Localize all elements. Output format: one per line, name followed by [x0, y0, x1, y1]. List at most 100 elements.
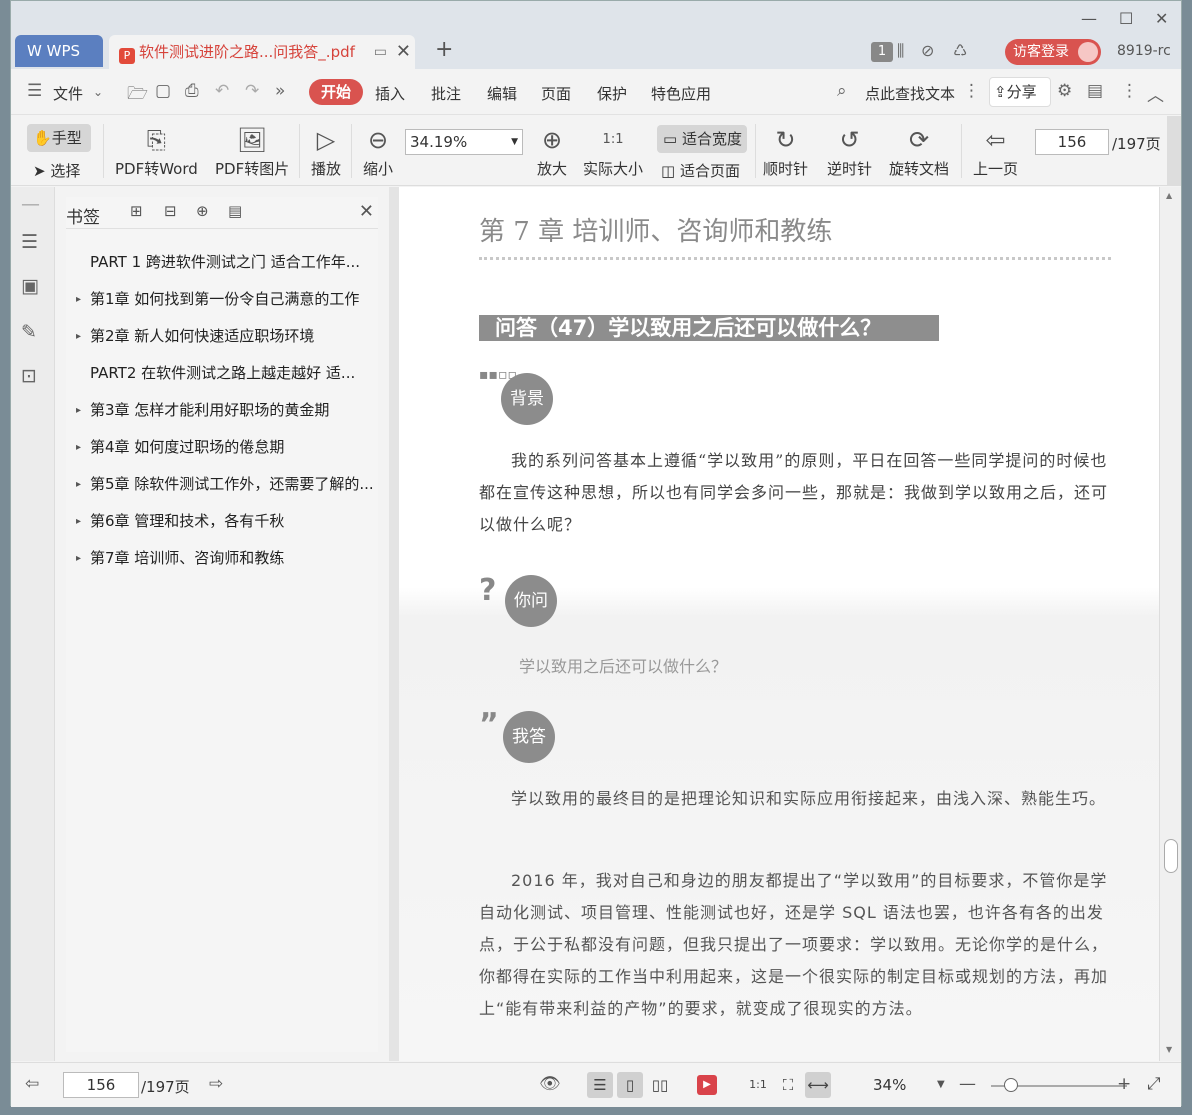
- menu-annotate[interactable]: 批注: [431, 83, 461, 104]
- add-bookmark-icon[interactable]: ⊕: [196, 202, 209, 220]
- document-view[interactable]: 第 7 章 培训师、咨询师和教练 问答（47）学以致用之后还可以做什么？ ▪▪▫…: [399, 187, 1159, 1061]
- close-tab-icon[interactable]: ✕: [396, 35, 411, 69]
- menu-file[interactable]: 文件: [53, 83, 83, 104]
- zoom-in-button[interactable]: ⊕ 放大: [537, 122, 567, 179]
- collapse-all-icon[interactable]: ⊟: [164, 202, 177, 220]
- select-tool-button[interactable]: ➤ 选择: [33, 160, 80, 181]
- menu-features[interactable]: 特色应用: [651, 83, 711, 104]
- status-page-input[interactable]: 156: [63, 1072, 139, 1098]
- menu-insert[interactable]: 插入: [375, 83, 405, 104]
- fullscreen-icon[interactable]: ⤢: [1147, 1074, 1161, 1094]
- zoom-slider-knob[interactable]: [1004, 1078, 1019, 1092]
- annotation-icon[interactable]: ✎: [21, 321, 37, 343]
- chevron-down-icon[interactable]: ⌄: [93, 85, 103, 99]
- fit-width-icon[interactable]: ⟷: [805, 1072, 831, 1098]
- panel-resizer[interactable]: [389, 187, 399, 1061]
- eye-protection-icon[interactable]: 👁: [539, 1074, 561, 1094]
- bookmark-item[interactable]: ▸ 第4章 如何度过职场的倦怠期: [76, 436, 376, 457]
- window-count-badge[interactable]: 1: [871, 42, 893, 62]
- undo-icon[interactable]: ↶: [215, 81, 229, 101]
- bookmark-list-icon[interactable]: ☰: [21, 231, 38, 253]
- prev-page-icon[interactable]: ⇦: [25, 1074, 39, 1094]
- menu-page[interactable]: 页面: [541, 83, 571, 104]
- new-tab-button[interactable]: +: [435, 37, 453, 62]
- image-extract-icon[interactable]: ⊡: [21, 365, 37, 387]
- bookmark-item[interactable]: ▸ 第6章 管理和技术，各有千秋: [76, 510, 376, 531]
- search-icon[interactable]: ⌕: [837, 81, 847, 101]
- bookmark-item[interactable]: ▸ 第3章 怎样才能利用好职场的黄金期: [76, 399, 376, 420]
- vertical-dots-icon[interactable]: ⋮: [963, 81, 980, 101]
- collapse-ribbon-icon[interactable]: ︿: [1147, 81, 1164, 106]
- pdf-to-word-button[interactable]: ⎘ PDF转Word: [115, 122, 198, 179]
- thumbnail-icon[interactable]: ▣: [21, 275, 39, 297]
- expand-arrow-icon[interactable]: ▸: [76, 516, 90, 527]
- fit-width-button[interactable]: ▭ 适合宽度: [657, 125, 747, 153]
- zoom-dropdown-icon[interactable]: ▼: [937, 1079, 945, 1090]
- bookmark-item[interactable]: ▸ 第1章 如何找到第一份令自己满意的工作: [76, 288, 376, 309]
- minimize-button[interactable]: —: [1081, 9, 1097, 28]
- skin-icon[interactable]: ♺: [953, 41, 967, 60]
- bookmark-item[interactable]: PART2 在软件测试之路上越走越好 适...: [76, 362, 376, 383]
- gear-icon[interactable]: ⚙: [1057, 81, 1072, 101]
- find-text-button[interactable]: 点此查找文本: [865, 83, 955, 104]
- save-icon[interactable]: ▢: [155, 81, 171, 101]
- more-icon[interactable]: ⋮: [1121, 81, 1138, 101]
- scroll-up-icon[interactable]: ▲: [1166, 191, 1172, 200]
- two-page-icon[interactable]: ▯▯: [647, 1072, 673, 1098]
- expand-arrow-icon[interactable]: ▸: [76, 331, 90, 342]
- tab-wps-home[interactable]: W WPS: [15, 35, 103, 67]
- continuous-view-icon[interactable]: ☰: [587, 1072, 613, 1098]
- play-button[interactable]: ▷ 播放: [311, 122, 341, 179]
- bookmark-item[interactable]: PART 1 跨进软件测试之门 适合工作年...: [76, 251, 376, 272]
- expand-arrow-icon[interactable]: ▸: [76, 479, 90, 490]
- expand-arrow-icon[interactable]: ▸: [76, 294, 90, 305]
- share-button[interactable]: ⇪分享: [989, 77, 1051, 107]
- redo-icon[interactable]: ↷: [245, 81, 259, 101]
- zoom-slider[interactable]: [991, 1078, 1127, 1092]
- scroll-down-icon[interactable]: ▼: [1166, 1045, 1172, 1054]
- hamburger-icon[interactable]: ☰: [27, 81, 42, 101]
- guest-login-button[interactable]: 访客登录: [1005, 39, 1101, 65]
- close-panel-icon[interactable]: ✕: [359, 201, 374, 222]
- zoom-minus-button[interactable]: —: [959, 1074, 976, 1094]
- rotate-counterclockwise-button[interactable]: ↺ 逆时针: [827, 122, 872, 179]
- expand-arrow-icon[interactable]: ▸: [76, 553, 90, 564]
- rotate-clockwise-button[interactable]: ↻ 顺时针: [763, 122, 808, 179]
- tab-pdf-document[interactable]: P 软件测试进阶之路...问我答_.pdf ▭ ✕: [109, 35, 415, 69]
- maximize-button[interactable]: ☐: [1119, 9, 1133, 28]
- zoom-out-button[interactable]: ⊖ 缩小: [363, 122, 393, 179]
- expand-arrow-icon[interactable]: ▸: [76, 442, 90, 453]
- drag-handle-icon[interactable]: —: [21, 193, 40, 215]
- bookmark-item[interactable]: ▸ 第7章 培训师、咨询师和教练: [76, 547, 376, 568]
- prev-page-button[interactable]: ⇦ 上一页: [973, 122, 1018, 179]
- expand-all-icon[interactable]: ⊞: [130, 202, 143, 220]
- expand-arrow-icon[interactable]: ▸: [76, 405, 90, 416]
- next-page-icon[interactable]: ⇨: [209, 1074, 223, 1094]
- single-page-icon[interactable]: ▯: [617, 1072, 643, 1098]
- menu-protect[interactable]: 保护: [597, 83, 627, 104]
- toolbar-scroll-right[interactable]: [1167, 116, 1181, 186]
- menu-start[interactable]: 开始: [309, 79, 363, 105]
- zoom-select[interactable]: 34.19% ▼: [405, 129, 523, 155]
- zoom-plus-button[interactable]: +: [1117, 1074, 1131, 1094]
- close-window-button[interactable]: ✕: [1155, 9, 1168, 28]
- fit-page-button[interactable]: ◫ 适合页面: [661, 160, 740, 181]
- page-number-input[interactable]: 156: [1035, 129, 1109, 155]
- vertical-scrollbar[interactable]: ▲ ▼: [1159, 187, 1181, 1061]
- actual-size-button[interactable]: 1:1 实际大小: [583, 122, 643, 179]
- bookmark-note-icon[interactable]: ▤: [228, 202, 242, 220]
- open-folder-icon[interactable]: 🗁: [127, 81, 148, 110]
- print-icon[interactable]: ⎙: [185, 81, 199, 101]
- fit-page-icon[interactable]: ⛶: [775, 1072, 801, 1098]
- bookmark-item[interactable]: ▸ 第5章 除软件测试工作外，还需要了解的...: [76, 473, 376, 494]
- rotate-document-button[interactable]: ⟳ 旋转文档: [889, 122, 949, 179]
- actual-size-icon[interactable]: 1:1: [745, 1072, 771, 1098]
- layout-icon[interactable]: ⫼: [897, 41, 904, 61]
- hand-tool-button[interactable]: ✋手型: [27, 124, 91, 152]
- pdf-to-image-button[interactable]: 🖼 PDF转图片: [215, 122, 289, 179]
- play-icon[interactable]: ▶: [697, 1075, 717, 1095]
- comment-icon[interactable]: ▤: [1087, 81, 1103, 101]
- sync-icon[interactable]: ⊘: [921, 41, 934, 60]
- more-chevron-icon[interactable]: »: [275, 81, 285, 101]
- monitor-icon[interactable]: ▭: [374, 35, 387, 69]
